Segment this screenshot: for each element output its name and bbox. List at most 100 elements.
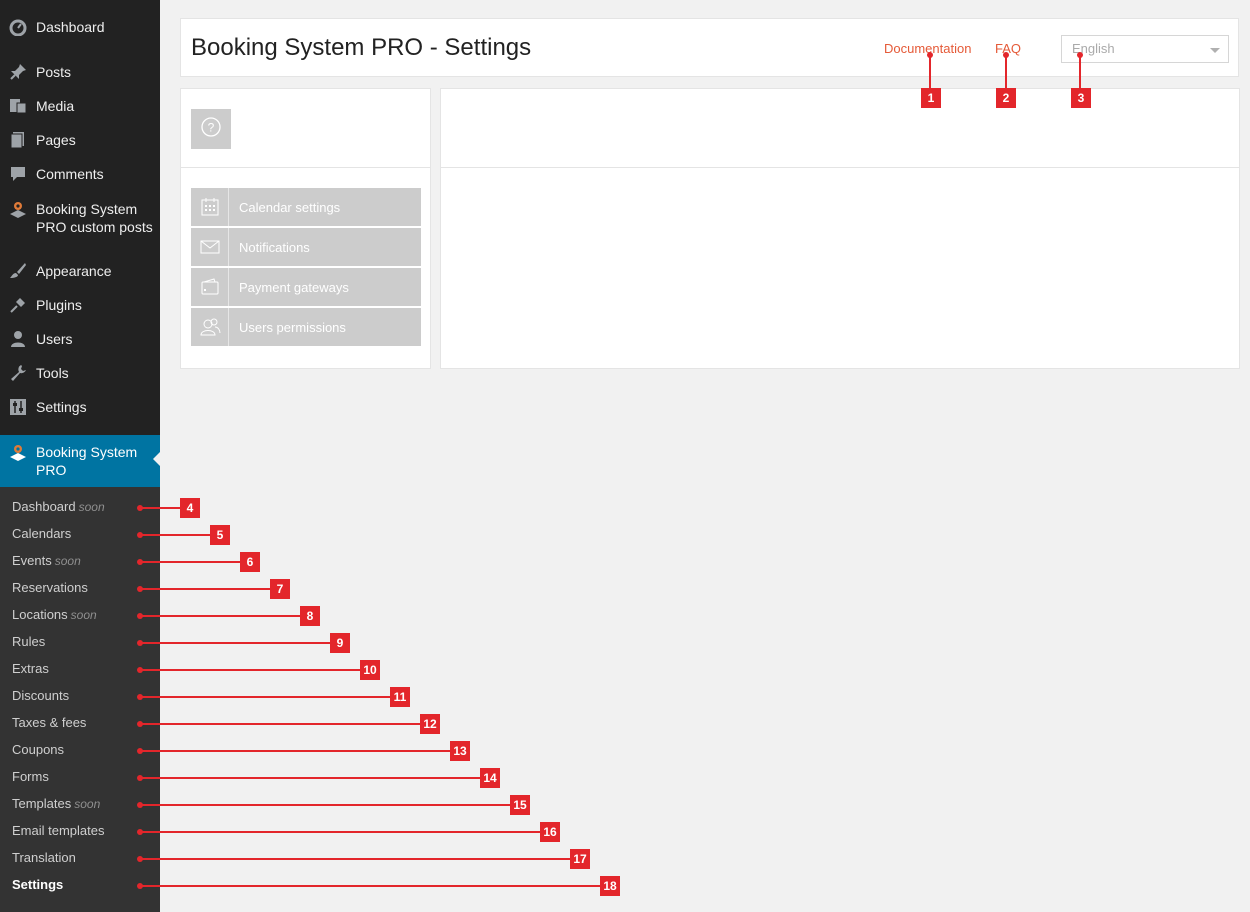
- soon-badge: soon: [74, 797, 101, 811]
- submenu-coupons[interactable]: Coupons: [12, 740, 64, 760]
- menu-item-dashboard[interactable]: Dashboard: [0, 10, 160, 44]
- callout-badge-4: 4: [180, 498, 200, 518]
- submenu-extras[interactable]: Extras: [12, 659, 49, 679]
- question-circle-icon: ?: [200, 116, 222, 143]
- submenu-templates[interactable]: Templates soon: [12, 794, 100, 814]
- callout-badge-9: 9: [330, 633, 350, 653]
- submenu-email-templates[interactable]: Email templates: [12, 821, 104, 841]
- menu-item-comments[interactable]: Comments: [0, 157, 160, 191]
- comment-icon: [8, 164, 28, 184]
- submenu-label: Discounts: [12, 688, 70, 703]
- submenu-forms[interactable]: Forms: [12, 767, 49, 787]
- booking-pin-icon: [8, 200, 28, 220]
- booking-submenu: Dashboard soon Calendars Events soon Reser…: [0, 487, 160, 912]
- brush-icon: [8, 261, 28, 281]
- users-icon: [191, 308, 229, 346]
- wallet-icon: [191, 268, 229, 306]
- calendar-settings-button[interactable]: Calendar settings: [191, 188, 421, 226]
- menu-item-tools[interactable]: Tools: [0, 356, 160, 390]
- booking-pin-icon: [8, 443, 28, 463]
- callout-line: [140, 534, 210, 536]
- menu-item-booking-system-pro[interactable]: Booking System PRO: [0, 435, 161, 487]
- callout-line: [140, 723, 420, 725]
- menu-label: Dashboard: [36, 19, 105, 35]
- submenu-label: Settings: [12, 877, 64, 892]
- submenu-reservations[interactable]: Reservations: [12, 578, 88, 598]
- callout-line: [929, 55, 931, 88]
- menu-item-users[interactable]: Users: [0, 322, 160, 356]
- calendar-icon: [191, 188, 229, 226]
- submenu-label: Taxes & fees: [12, 715, 87, 730]
- callout-line: [140, 804, 510, 806]
- submenu-calendars[interactable]: Calendars: [12, 524, 71, 544]
- menu-label: Posts: [36, 64, 72, 80]
- nav-button-label: Calendar settings: [239, 199, 341, 215]
- menu-label-line2: PRO custom posts: [36, 219, 153, 235]
- pages-icon: [8, 130, 28, 150]
- callout-line: [140, 669, 360, 671]
- menu-label-line2: PRO: [36, 462, 67, 478]
- submenu-label: Reservations: [12, 580, 88, 595]
- callout-line: [140, 831, 540, 833]
- submenu-dashboard[interactable]: Dashboard soon: [12, 497, 105, 517]
- menu-label: Users: [36, 331, 73, 347]
- menu-item-pages[interactable]: Pages: [0, 123, 160, 157]
- callout-badge-15: 15: [510, 795, 530, 815]
- submenu-label: Templates: [12, 796, 72, 811]
- soon-badge: soon: [78, 500, 105, 514]
- menu-label: Plugins: [36, 297, 82, 313]
- settings-sliders-icon: [8, 397, 28, 417]
- callout-badge-16: 16: [540, 822, 560, 842]
- menu-item-booking-custom-posts[interactable]: Booking System PRO custom posts: [0, 194, 160, 238]
- submenu-label: Locations: [12, 607, 68, 622]
- plug-icon: [8, 295, 28, 315]
- users-permissions-button[interactable]: Users permissions: [191, 308, 421, 346]
- submenu-taxes-fees[interactable]: Taxes & fees: [12, 713, 86, 733]
- callout-line: [140, 750, 450, 752]
- menu-label-line1: Booking System: [36, 444, 138, 460]
- submenu-settings[interactable]: Settings: [12, 875, 63, 895]
- nav-button-label: Notifications: [239, 239, 310, 255]
- menu-item-appearance[interactable]: Appearance: [0, 254, 160, 288]
- submenu-label: Dashboard: [12, 499, 76, 514]
- callout-badge-3: 3: [1071, 88, 1091, 108]
- menu-label: Tools: [36, 365, 69, 381]
- callout-badge-2: 2: [996, 88, 1016, 108]
- callout-line: [1079, 55, 1081, 88]
- language-select[interactable]: English: [1061, 35, 1229, 63]
- submenu-translation[interactable]: Translation: [12, 848, 76, 868]
- callout-line: [1005, 55, 1007, 88]
- panel-divider: [181, 167, 430, 168]
- callout-line: [140, 615, 300, 617]
- payment-gateways-button[interactable]: Payment gateways: [191, 268, 421, 306]
- user-icon: [8, 329, 28, 349]
- submenu-label: Forms: [12, 769, 49, 784]
- menu-item-settings[interactable]: Settings: [0, 390, 160, 424]
- svg-text:?: ?: [208, 120, 215, 134]
- submenu-locations[interactable]: Locations soon: [12, 605, 97, 625]
- callout-badge-18: 18: [600, 876, 620, 896]
- submenu-label: Coupons: [12, 742, 65, 757]
- submenu-events[interactable]: Events soon: [12, 551, 81, 571]
- callout-badge-12: 12: [420, 714, 440, 734]
- submenu-label: Translation: [12, 850, 76, 865]
- admin-sidebar: Dashboard Posts Media Pages Comments Boo…: [0, 0, 161, 912]
- envelope-icon: [191, 228, 229, 266]
- dashboard-icon: [8, 17, 28, 37]
- callout-line: [140, 777, 480, 779]
- callout-badge-11: 11: [390, 687, 410, 707]
- menu-item-posts[interactable]: Posts: [0, 55, 160, 89]
- callout-line: [140, 696, 390, 698]
- callout-badge-14: 14: [480, 768, 500, 788]
- help-button[interactable]: ?: [191, 109, 231, 149]
- menu-item-plugins[interactable]: Plugins: [0, 288, 160, 322]
- submenu-label: Rules: [12, 634, 46, 649]
- wrench-icon: [8, 363, 28, 383]
- callout-badge-10: 10: [360, 660, 380, 680]
- notifications-button[interactable]: Notifications: [191, 228, 421, 266]
- menu-item-media[interactable]: Media: [0, 89, 160, 123]
- menu-label: Settings: [36, 399, 87, 415]
- submenu-label: Calendars: [12, 526, 72, 541]
- submenu-discounts[interactable]: Discounts: [12, 686, 69, 706]
- submenu-rules[interactable]: Rules: [12, 632, 45, 652]
